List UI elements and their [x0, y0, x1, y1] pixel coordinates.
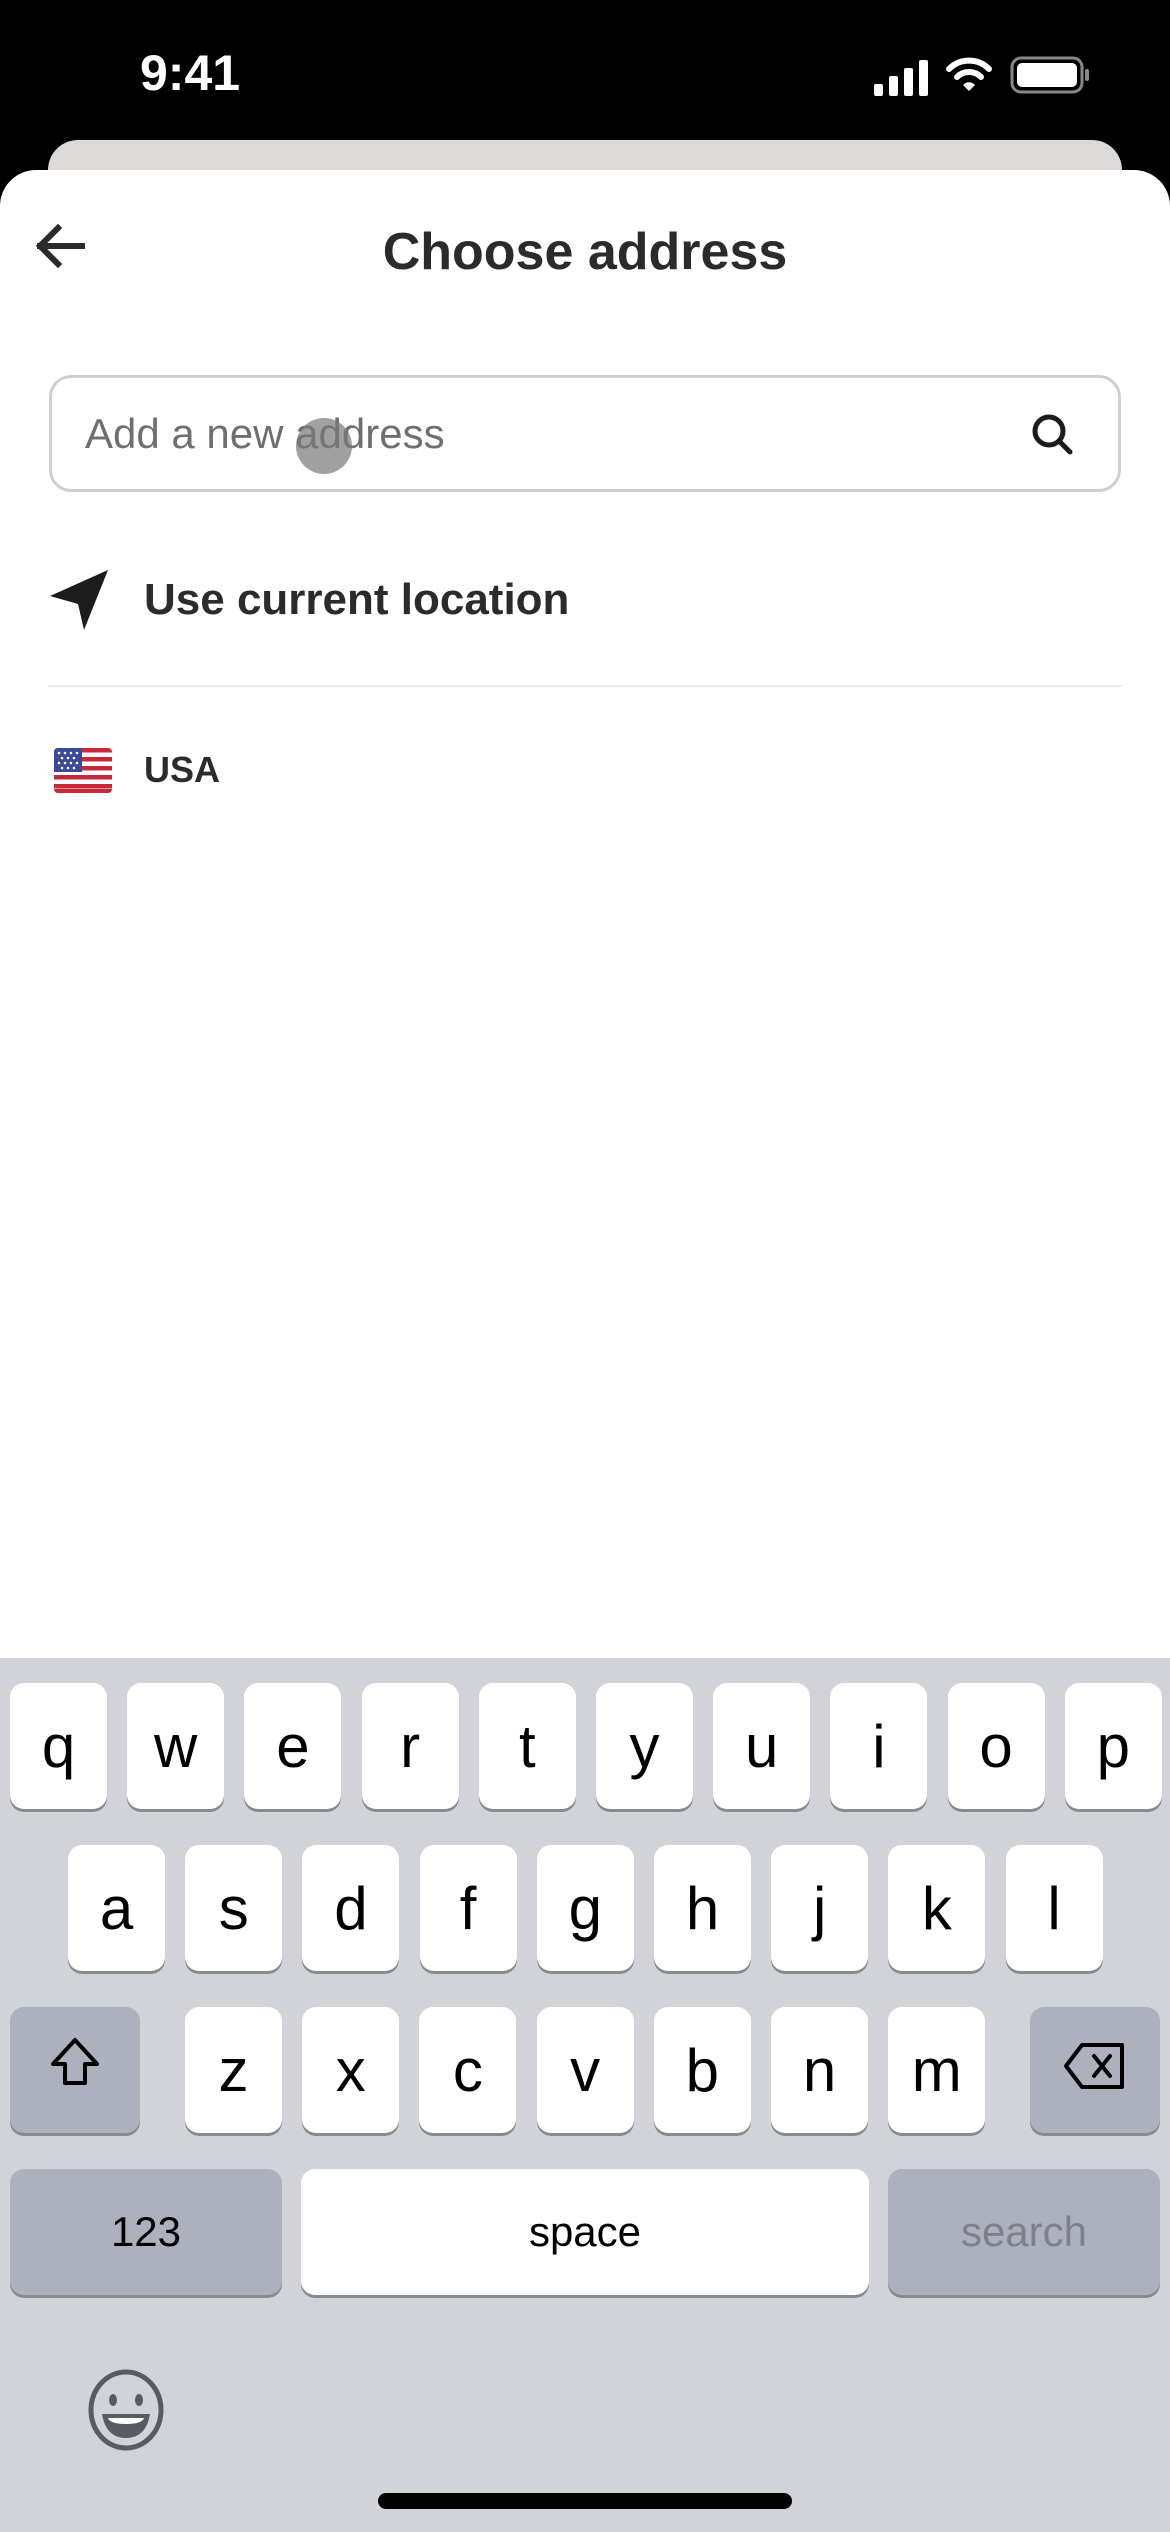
home-indicator [378, 2493, 792, 2509]
key-s[interactable]: s [185, 1845, 283, 1971]
divider [48, 685, 1122, 687]
delete-icon [1062, 2036, 1128, 2105]
key-q[interactable]: q [10, 1683, 107, 1809]
key-f[interactable]: f [419, 1845, 517, 1971]
country-label: USA [144, 749, 221, 790]
key-t[interactable]: t [478, 1683, 576, 1809]
key-r[interactable]: r [361, 1683, 459, 1809]
status-bar: 9:41 [0, 0, 1170, 150]
key-n[interactable]: n [771, 2007, 868, 2133]
key-z[interactable]: z [185, 2007, 282, 2133]
space-key[interactable]: space [301, 2169, 869, 2295]
key-u[interactable]: u [713, 1683, 811, 1809]
header: Choose address [0, 170, 1170, 330]
key-y[interactable]: y [596, 1683, 693, 1809]
country-selector[interactable]: USA [54, 740, 220, 800]
us-flag-icon [54, 747, 112, 793]
key-k[interactable]: k [888, 1845, 986, 1971]
key-c[interactable]: c [419, 2007, 517, 2133]
key-g[interactable]: g [536, 1845, 634, 1971]
key-o[interactable]: o [947, 1683, 1045, 1809]
keyboard: qwertyuiop asdfghjkl zxcvbnm [0, 1658, 1170, 2532]
key-i[interactable]: i [830, 1683, 928, 1809]
key-h[interactable]: h [654, 1845, 751, 1971]
key-w[interactable]: w [127, 1683, 225, 1809]
key-a[interactable]: a [68, 1845, 165, 1971]
search-field[interactable] [49, 375, 1121, 492]
status-time: 9:41 [140, 45, 241, 101]
key-v[interactable]: v [536, 2007, 634, 2133]
key-m[interactable]: m [888, 2007, 986, 2133]
key-e[interactable]: e [244, 1683, 342, 1809]
signal-icon [874, 59, 928, 96]
key-p[interactable]: p [1064, 1683, 1162, 1809]
emoji-icon [86, 2368, 166, 2457]
search-icon[interactable] [1026, 408, 1078, 460]
use-current-location-button[interactable]: Use current location [48, 545, 1122, 655]
search-key[interactable]: search [888, 2169, 1160, 2295]
address-search-input[interactable] [85, 409, 1026, 458]
key-d[interactable]: d [302, 1845, 400, 1971]
wifi-icon [946, 57, 992, 98]
use-current-location-label: Use current location [144, 575, 570, 624]
status-icons [874, 56, 1090, 99]
key-l[interactable]: l [1005, 1845, 1103, 1971]
key-x[interactable]: x [302, 2007, 400, 2133]
shift-key[interactable] [10, 2007, 140, 2133]
numbers-key[interactable]: 123 [10, 2169, 282, 2295]
key-b[interactable]: b [653, 2007, 751, 2133]
page-title: Choose address [382, 223, 788, 281]
emoji-button[interactable] [82, 2368, 170, 2456]
delete-key[interactable] [1030, 2007, 1160, 2133]
navigation-arrow-icon [48, 565, 118, 635]
shift-icon [47, 2035, 103, 2105]
key-j[interactable]: j [771, 1845, 869, 1971]
battery-icon [1010, 56, 1090, 99]
